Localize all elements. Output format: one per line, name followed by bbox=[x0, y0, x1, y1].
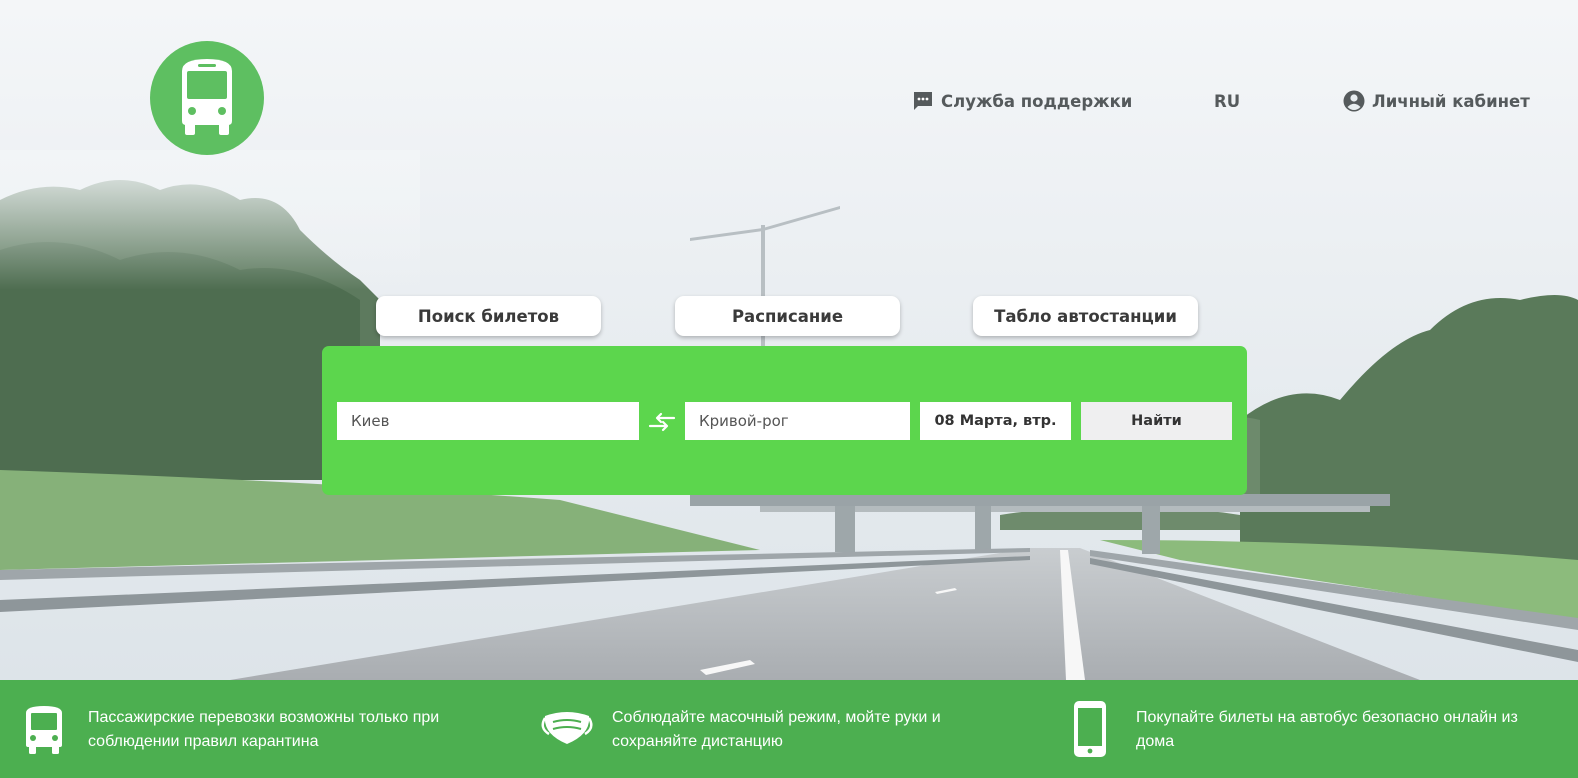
smartphone-icon bbox=[1074, 701, 1106, 757]
info-item-quarantine: Пассажирские перевозки возможны только п… bbox=[0, 680, 520, 778]
to-city-input[interactable] bbox=[685, 402, 910, 440]
language-label: RU bbox=[1214, 91, 1241, 111]
info-text: Соблюдайте масочный режим, мойте руки и … bbox=[612, 709, 941, 750]
from-city-input[interactable] bbox=[337, 402, 639, 440]
face-mask-icon bbox=[541, 712, 593, 744]
language-switcher[interactable]: RU bbox=[1214, 88, 1240, 114]
tab-schedule[interactable]: Расписание bbox=[675, 296, 900, 336]
info-item-online: Покупайте билеты на автобус безопасно он… bbox=[1048, 680, 1578, 778]
account-link[interactable]: Личный кабинет bbox=[1343, 88, 1530, 114]
search-button-label: Найти bbox=[1131, 413, 1182, 429]
info-text: Покупайте билеты на автобус безопасно он… bbox=[1136, 709, 1518, 750]
search-button[interactable]: Найти bbox=[1081, 402, 1232, 440]
account-label: Личный кабинет bbox=[1372, 91, 1530, 111]
info-item-mask: Соблюдайте масочный режим, мойте руки и … bbox=[524, 680, 1044, 778]
bus-icon bbox=[26, 706, 62, 754]
support-link[interactable]: Служба поддержки bbox=[912, 88, 1132, 114]
date-value: 08 Марта, втр. bbox=[934, 413, 1057, 429]
swap-cities-button[interactable] bbox=[648, 410, 676, 434]
bus-logo[interactable] bbox=[150, 41, 264, 155]
info-text: Пассажирские перевозки возможны только п… bbox=[88, 709, 440, 750]
tab-label: Табло автостанции bbox=[994, 306, 1177, 326]
user-circle-icon bbox=[1343, 90, 1365, 112]
tab-ticket-search[interactable]: Поиск билетов bbox=[376, 296, 601, 336]
tab-station-board[interactable]: Табло автостанции bbox=[973, 296, 1198, 336]
footer-info-bar: Пассажирские перевозки возможны только п… bbox=[0, 680, 1578, 778]
chat-icon bbox=[914, 92, 932, 110]
swap-icon bbox=[648, 412, 676, 432]
tab-label: Расписание bbox=[731, 306, 844, 326]
support-label: Служба поддержки bbox=[941, 91, 1133, 111]
tab-label: Поиск билетов bbox=[417, 306, 560, 326]
date-picker[interactable]: 08 Марта, втр. bbox=[920, 402, 1071, 440]
bus-icon bbox=[182, 59, 232, 135]
